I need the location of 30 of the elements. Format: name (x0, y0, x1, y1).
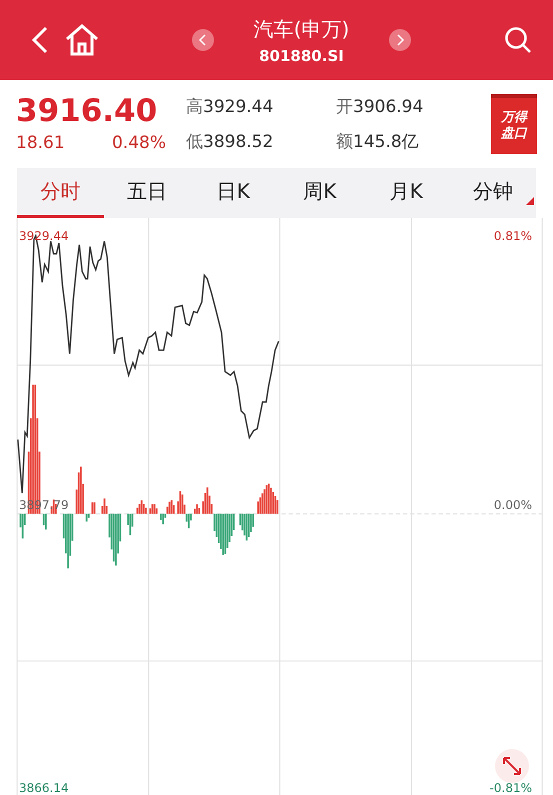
market-depth-badge[interactable]: 万得 盘口 (491, 94, 537, 154)
chart-tab[interactable]: 日K (190, 168, 276, 218)
quote-stat: 额145.8亿 (336, 131, 420, 153)
quote-stat: 开3906.94 (336, 96, 424, 118)
axis-label: 0.81% (494, 229, 532, 243)
quote-stat: 低3898.52 (186, 131, 274, 153)
dropdown-corner-icon (526, 197, 534, 205)
index-code: 801880.SI (259, 46, 344, 64)
chart-tab[interactable]: 五日 (104, 168, 190, 218)
previous-button[interactable] (192, 29, 214, 51)
axis-label: 3866.14 (19, 781, 69, 795)
chart-tab[interactable]: 周K (276, 168, 363, 218)
axis-label: 0.00% (494, 498, 532, 512)
chart-tab[interactable]: 月K (363, 168, 450, 218)
search-button[interactable] (503, 25, 533, 55)
back-button[interactable] (30, 25, 50, 55)
expand-arrows-icon (502, 756, 522, 776)
chart-tab[interactable]: 分时 (17, 168, 104, 218)
chart-tab[interactable]: 分钟 (450, 168, 536, 218)
price-change: 18.61 (16, 132, 65, 152)
quote-stat: 高3929.44 (186, 96, 274, 118)
chevron-right-icon (395, 34, 406, 46)
chevron-left-icon (198, 34, 208, 46)
axis-label: -0.81% (490, 781, 532, 795)
last-price: 3916.40 (16, 96, 158, 126)
index-title: 汽车(申万) (254, 16, 350, 42)
home-button[interactable] (64, 23, 100, 57)
change-percent: 0.48% (112, 132, 166, 152)
fullscreen-button[interactable] (495, 749, 529, 783)
next-button[interactable] (389, 29, 412, 51)
